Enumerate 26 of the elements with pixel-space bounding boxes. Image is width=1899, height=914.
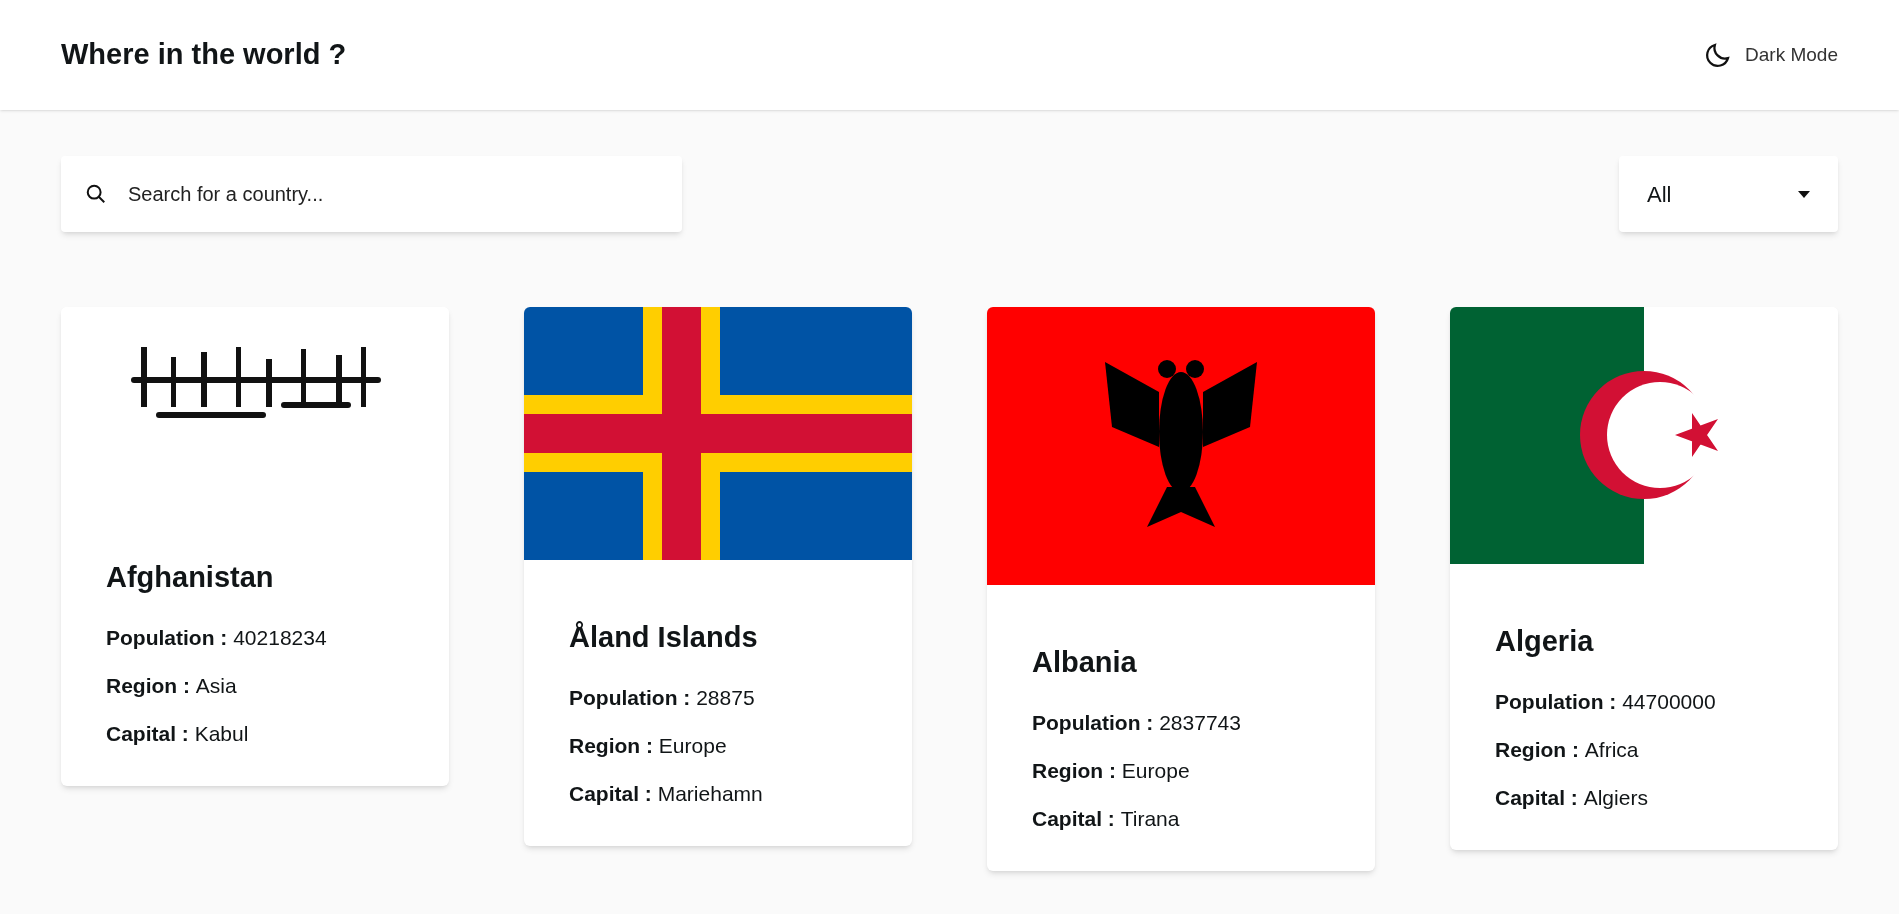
country-name: Afghanistan — [106, 560, 275, 595]
country-detail: Region : Asia — [106, 672, 238, 699]
country-card[interactable]: Algeria Population : 44700000 Region : Africa Capital : Algiers — [1450, 307, 1838, 850]
country-detail: Capital : Mariehamn — [569, 780, 764, 807]
country-name: Albania — [1032, 645, 1138, 680]
country-detail: Region : Africa — [1495, 736, 1640, 763]
region-dropdown[interactable]: All — [1619, 156, 1838, 232]
country-card[interactable]: Åland Islands Population : 28875 Region : Europe Capital : Mariehamn — [524, 307, 912, 846]
country-detail: Region : Europe — [569, 732, 728, 759]
country-card[interactable]: Afghanistan Population : 40218234 Region : Asia Capital : Kabul — [61, 307, 449, 786]
site-title: Where in the world ? — [61, 37, 347, 73]
search-field[interactable]: Search for a country... — [61, 156, 682, 232]
country-detail: Population : 28875 — [569, 684, 756, 711]
caret-icon — [1798, 190, 1810, 198]
country-detail: Population : 2837743 — [1032, 709, 1242, 736]
country-detail: Population : 40218234 — [106, 624, 328, 651]
dark-mode-toggle[interactable]: Dark Mode — [1703, 40, 1838, 70]
country-card[interactable]: Albania Population : 2837743 Region : Europe Capital : Tirana — [987, 307, 1375, 871]
country-detail: Population : 44700000 — [1495, 688, 1717, 715]
country-name: Åland Islands — [569, 620, 759, 655]
search-icon — [85, 183, 107, 205]
country-detail: Capital : Algiers — [1495, 784, 1649, 811]
country-detail: Capital : Kabul — [106, 720, 250, 747]
country-detail: Capital : Tirana — [1032, 805, 1181, 832]
country-name: Algeria — [1495, 624, 1595, 659]
country-detail: Region : Europe — [1032, 757, 1191, 784]
